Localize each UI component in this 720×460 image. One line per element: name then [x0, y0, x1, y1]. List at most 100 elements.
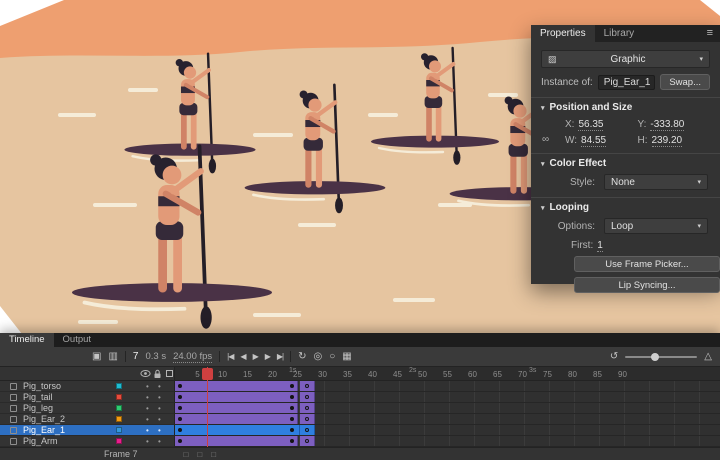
layer-visibility-dot[interactable]: •	[146, 403, 149, 414]
layer-parenting-icon[interactable]: ▥	[108, 352, 117, 362]
go-to-last-frame-button[interactable]: ▶|	[277, 353, 283, 361]
layer-name-cell[interactable]: Pig_torso • •	[0, 381, 175, 392]
empty-keyframe-dot[interactable]	[305, 417, 309, 421]
go-to-first-frame-button[interactable]: |◀	[227, 353, 233, 361]
empty-keyframe-dot[interactable]	[305, 395, 309, 399]
current-frame-value[interactable]: 7	[133, 351, 139, 362]
tab-timeline[interactable]: Timeline	[0, 333, 54, 347]
tween-span[interactable]	[175, 381, 298, 391]
loop-options-dropdown[interactable]: Loop ▾	[604, 218, 708, 234]
keyframe-dot[interactable]	[290, 428, 294, 432]
layer-name-cell[interactable]: Pig_tail • •	[0, 392, 175, 403]
layer-name[interactable]: Pig_tail	[23, 393, 53, 402]
layer-frames-track[interactable]	[175, 414, 720, 425]
layer-outline-color-swatch[interactable]	[116, 416, 122, 422]
eye-icon[interactable]	[140, 369, 151, 378]
layer-frames-track[interactable]	[175, 425, 720, 436]
keyframe-dot[interactable]	[290, 417, 294, 421]
link-dimensions-icon[interactable]: ∞	[542, 134, 549, 145]
lock-icon[interactable]	[153, 369, 162, 379]
layer-outline-color-swatch[interactable]	[116, 383, 122, 389]
timeline-ruler[interactable]: 1s 2s 3s 5 10 15 20 25 30 35 40 45 50 55…	[175, 367, 720, 381]
empty-keyframe-dot[interactable]	[305, 406, 309, 410]
layer-lock-dot[interactable]: •	[158, 392, 161, 403]
x-value[interactable]: 56.35	[578, 119, 603, 131]
layer-lock-dot[interactable]: •	[158, 403, 161, 414]
symbol-behavior-dropdown[interactable]: ▨ Graphic ▾	[541, 50, 710, 68]
frame-rate-value[interactable]: 24.00 fps	[173, 351, 212, 363]
layer-name-cell[interactable]: Pig_leg • •	[0, 403, 175, 414]
loop-playback-icon[interactable]: ↻	[298, 352, 306, 362]
slider-knob[interactable]	[651, 353, 659, 361]
camera-icon[interactable]: ▣	[92, 352, 101, 362]
layer-frames-track[interactable]	[175, 381, 720, 392]
layer-outline-color-swatch[interactable]	[116, 438, 122, 444]
keyframe-dot[interactable]	[178, 406, 182, 410]
layer-lock-dot[interactable]: •	[158, 414, 161, 425]
timeline-layer-row[interactable]: Pig_tail • •	[0, 392, 720, 403]
tab-output[interactable]: Output	[54, 333, 101, 347]
layer-name-cell[interactable]: Pig_Ear_2 • •	[0, 414, 175, 425]
layer-name-cell[interactable]: Pig_Arm • •	[0, 436, 175, 447]
layer-name[interactable]: Pig_Ear_2	[23, 415, 65, 424]
empty-keyframe-dot[interactable]	[305, 439, 309, 443]
layer-lock-dot[interactable]: •	[158, 436, 161, 447]
layer-name[interactable]: Pig_Arm	[23, 437, 58, 446]
timeline-layer-row[interactable]: Pig_leg • •	[0, 403, 720, 414]
layer-visibility-dot[interactable]: •	[146, 436, 149, 447]
y-value[interactable]: -333.80	[650, 119, 684, 131]
layer-outline-color-swatch[interactable]	[116, 427, 122, 433]
tween-span-selected[interactable]	[175, 425, 300, 435]
status-tool-icon[interactable]: □	[211, 450, 216, 459]
style-dropdown[interactable]: None ▾	[604, 174, 708, 190]
fit-timeline-icon[interactable]: △	[704, 352, 712, 362]
layer-frames-track[interactable]	[175, 436, 720, 447]
layer-frames-track[interactable]	[175, 392, 720, 403]
keyframe-dot[interactable]	[290, 384, 294, 388]
tween-span[interactable]	[175, 414, 298, 424]
first-frame-value[interactable]: 1	[597, 240, 603, 252]
onion-skin-icon[interactable]: ◎	[314, 352, 323, 362]
tween-span[interactable]	[175, 392, 298, 402]
keyframe-dot[interactable]	[178, 428, 182, 432]
keyframe-dot[interactable]	[290, 395, 294, 399]
play-button[interactable]: ▶	[253, 353, 258, 361]
empty-keyframe-dot[interactable]	[305, 384, 309, 388]
tween-span[interactable]	[175, 403, 298, 413]
layer-name[interactable]: Pig_leg	[23, 404, 53, 413]
h-value[interactable]: 239.20	[652, 135, 683, 147]
status-tool-icon[interactable]: □	[197, 450, 202, 459]
timeline-layer-row[interactable]: Pig_Arm • •	[0, 436, 720, 447]
outline-color-icon[interactable]	[165, 369, 174, 378]
tab-library[interactable]: Library	[595, 25, 644, 42]
section-header-looping[interactable]: ▾ Looping	[541, 202, 710, 213]
empty-keyframe-dot[interactable]	[305, 428, 309, 432]
reset-timeline-zoom-icon[interactable]: ↺	[610, 352, 618, 362]
timeline-zoom-slider[interactable]	[625, 351, 697, 363]
playhead-handle[interactable]	[202, 368, 213, 380]
status-tool-icon[interactable]: □	[184, 450, 189, 459]
layer-frames-track[interactable]	[175, 403, 720, 414]
layer-visibility-dot[interactable]: •	[146, 414, 149, 425]
keyframe-dot[interactable]	[178, 417, 182, 421]
keyframe-dot[interactable]	[290, 439, 294, 443]
onion-skin-outlines-icon[interactable]: ○	[329, 352, 335, 362]
tween-span[interactable]	[175, 436, 298, 446]
panel-menu-icon[interactable]: ≡	[700, 25, 720, 42]
keyframe-dot[interactable]	[178, 439, 182, 443]
layer-visibility-dot[interactable]: •	[146, 392, 149, 403]
layer-name[interactable]: Pig_Ear_1	[23, 426, 65, 435]
lip-syncing-button[interactable]: Lip Syncing...	[574, 277, 720, 293]
layer-visibility-dot[interactable]: •	[146, 381, 149, 392]
keyframe-dot[interactable]	[178, 395, 182, 399]
layer-visibility-dot[interactable]: •	[146, 425, 149, 436]
layer-outline-color-swatch[interactable]	[116, 405, 122, 411]
swap-button[interactable]: Swap...	[660, 74, 710, 90]
use-frame-picker-button[interactable]: Use Frame Picker...	[574, 256, 720, 272]
keyframe-dot[interactable]	[290, 406, 294, 410]
timeline-layer-row[interactable]: Pig_torso • •	[0, 381, 720, 392]
layer-name[interactable]: Pig_torso	[23, 382, 61, 391]
timeline-layer-row-selected[interactable]: Pig_Ear_1 • •	[0, 425, 720, 436]
layer-lock-dot[interactable]: •	[158, 381, 161, 392]
tab-properties[interactable]: Properties	[531, 25, 595, 42]
